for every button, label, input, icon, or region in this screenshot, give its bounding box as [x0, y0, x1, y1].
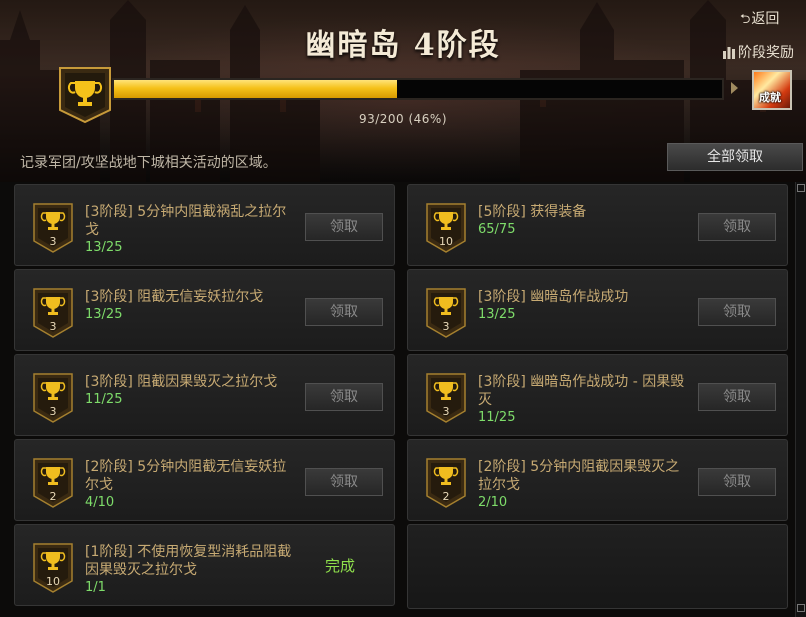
trophy-icon: 3	[33, 203, 73, 253]
trophy-icon: 3	[426, 373, 466, 423]
stage-progress-bar	[112, 78, 724, 100]
completed-status: 完成	[325, 557, 356, 575]
achievement-name: [3阶段] 阻截无信妄妖拉尔戈	[85, 289, 264, 305]
claim-button[interactable]: 领取	[698, 298, 776, 326]
achievement-name: [3阶段] 幽暗岛作战成功	[478, 289, 629, 305]
achievement-card: 2 [2阶段] 5分钟内阻截无信妄妖拉尔戈 4/10 领取	[14, 439, 395, 521]
achievement-name: [3阶段] 5分钟内阻截祸乱之拉尔戈	[85, 204, 287, 238]
achievement-name: [2阶段] 5分钟内阻截因果毁灭之拉尔戈	[478, 459, 680, 493]
achievement-progress: 2/10	[478, 495, 508, 510]
trophy-icon: 10	[426, 203, 466, 253]
trophy-icon: 3	[33, 288, 73, 338]
scrollbar[interactable]	[795, 182, 806, 617]
trophy-level: 3	[49, 405, 57, 418]
achievement-card: 3 [3阶段] 阻截无信妄妖拉尔戈 13/25 领取	[14, 269, 395, 351]
progress-arrow-icon	[731, 82, 738, 94]
achievement-name: [5阶段] 获得装备	[478, 204, 587, 220]
achievement-list: 3 [3阶段] 5分钟内阻截祸乱之拉尔戈 13/25 领取 10 [5阶段] 获得装备 65…	[14, 181, 794, 617]
trophy-icon: 3	[33, 373, 73, 423]
reward-item-icon[interactable]: 成就	[752, 70, 792, 110]
achievement-progress: 13/25	[478, 307, 516, 322]
trophy-icon: 2	[33, 458, 73, 508]
stage-bars-icon	[723, 47, 735, 59]
page-title: 幽暗岛 4阶段	[305, 28, 501, 63]
achievement-name: [2阶段] 5分钟内阻截无信妄妖拉尔戈	[85, 459, 287, 493]
trophy-level: 2	[49, 490, 57, 503]
achievement-name: [1阶段] 不使用恢复型消耗品阻截因果毁灭之拉尔戈	[85, 544, 292, 578]
achievement-card: 3 [3阶段] 幽暗岛作战成功 - 因果毁灭 11/25 领取	[407, 354, 788, 436]
trophy-level: 3	[49, 235, 57, 248]
claim-all-button[interactable]: 全部领取	[667, 143, 803, 171]
achievement-progress: 11/25	[85, 392, 123, 407]
scroll-down-button[interactable]	[797, 604, 805, 612]
achievement-card: 3 [3阶段] 幽暗岛作战成功 13/25 领取	[407, 269, 788, 351]
achievement-progress: 11/25	[478, 410, 516, 425]
trophy-level: 3	[442, 405, 450, 418]
claim-button[interactable]: 领取	[698, 213, 776, 241]
trophy-level: 2	[442, 490, 450, 503]
claim-button[interactable]: 领取	[305, 213, 383, 241]
trophy-level: 3	[442, 320, 450, 333]
trophy-level: 10	[46, 575, 60, 588]
back-label: 返回	[751, 11, 780, 27]
claim-button[interactable]: 领取	[305, 468, 383, 496]
achievement-progress: 13/25	[85, 307, 123, 322]
trophy-level: 10	[439, 235, 453, 248]
trophy-icon: 3	[426, 288, 466, 338]
reward-item-label: 成就	[759, 91, 781, 104]
achievement-card: 2 [2阶段] 5分钟内阻截因果毁灭之拉尔戈 2/10 领取	[407, 439, 788, 521]
stage-reward-label: 阶段奖励	[738, 45, 794, 61]
achievement-card: 3 [3阶段] 阻截因果毁灭之拉尔戈 11/25 领取	[14, 354, 395, 436]
achievement-name: [3阶段] 幽暗岛作战成功 - 因果毁灭	[478, 374, 685, 408]
claim-button[interactable]: 领取	[698, 468, 776, 496]
achievement-name: [3阶段] 阻截因果毁灭之拉尔戈	[85, 374, 278, 390]
claim-button[interactable]: 领取	[305, 298, 383, 326]
achievement-progress: 65/75	[478, 222, 516, 237]
back-button[interactable]: ⮌返回	[740, 8, 788, 28]
stage-reward-button[interactable]: 阶段奖励	[722, 42, 806, 62]
achievement-card: 3 [3阶段] 5分钟内阻截祸乱之拉尔戈 13/25 领取	[14, 184, 395, 266]
trophy-icon: 10	[33, 543, 73, 593]
progress-text: 93/200 (46%)	[358, 112, 448, 126]
description-text: 记录军团/攻坚战地下城相关活动的区域。	[20, 155, 277, 171]
trophy-icon: 2	[426, 458, 466, 508]
achievement-card: 10 [5阶段] 获得装备 65/75 领取	[407, 184, 788, 266]
empty-slot	[407, 524, 788, 609]
return-arrow-icon: ⮌	[740, 12, 751, 27]
claim-button[interactable]: 领取	[698, 383, 776, 411]
scroll-up-button[interactable]	[797, 184, 805, 192]
claim-button[interactable]: 领取	[305, 383, 383, 411]
progress-fill	[114, 80, 397, 98]
achievement-progress: 13/25	[85, 240, 123, 255]
achievement-card: 10 [1阶段] 不使用恢复型消耗品阻截因果毁灭之拉尔戈 1/1 完成	[14, 524, 395, 606]
achievement-progress: 4/10	[85, 495, 115, 510]
achievement-progress: 1/1	[85, 580, 106, 595]
trophy-level: 3	[49, 320, 57, 333]
